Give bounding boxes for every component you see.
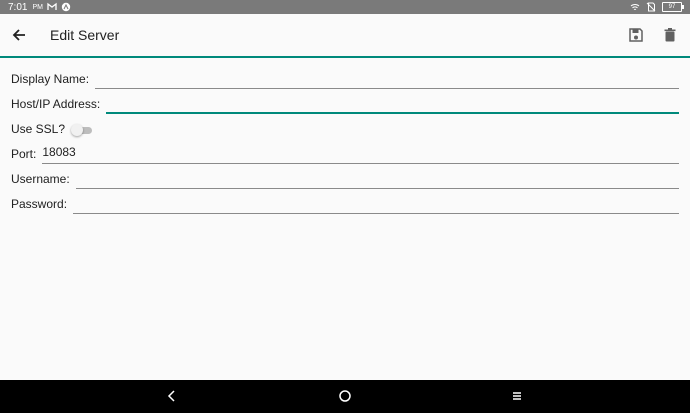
toggle-thumb bbox=[71, 124, 84, 136]
status-bar: 7:01 PM 97 bbox=[0, 0, 690, 14]
status-time: 7:01 bbox=[8, 1, 28, 13]
status-left: 7:01 PM bbox=[8, 2, 71, 13]
use-ssl-row: Use SSL? bbox=[11, 114, 679, 139]
port-label: Port: bbox=[11, 147, 37, 161]
use-ssl-toggle[interactable] bbox=[71, 123, 93, 137]
app-notification-icon bbox=[61, 2, 71, 12]
username-input[interactable] bbox=[75, 166, 679, 189]
nav-back-button[interactable] bbox=[164, 388, 180, 404]
use-ssl-label: Use SSL? bbox=[11, 122, 66, 136]
port-input[interactable] bbox=[42, 141, 679, 164]
port-row: Port: bbox=[11, 139, 679, 164]
nav-home-button[interactable] bbox=[337, 388, 353, 404]
gmail-icon bbox=[47, 2, 57, 10]
arrow-back-icon bbox=[12, 29, 25, 41]
wifi-icon bbox=[630, 4, 640, 10]
display-name-row: Display Name: bbox=[11, 64, 679, 89]
display-name-label: Display Name: bbox=[11, 72, 90, 86]
password-row: Password: bbox=[11, 189, 679, 214]
navigation-bar bbox=[0, 380, 690, 413]
save-button[interactable] bbox=[626, 25, 646, 45]
menu-lines-icon bbox=[513, 392, 521, 400]
trash-icon bbox=[664, 28, 676, 42]
app-actions bbox=[626, 25, 680, 45]
chevron-left-icon bbox=[167, 390, 175, 402]
app-bar: Edit Server bbox=[0, 14, 690, 58]
nav-recents-button[interactable] bbox=[509, 388, 525, 404]
back-button[interactable] bbox=[9, 25, 29, 45]
circle-home-icon bbox=[339, 390, 351, 402]
no-sim-icon bbox=[646, 2, 656, 12]
password-label: Password: bbox=[11, 197, 68, 211]
server-form: Display Name: Host/IP Address: Use SSL? … bbox=[11, 64, 679, 214]
delete-button[interactable] bbox=[660, 25, 680, 45]
battery-icon: 97 bbox=[662, 2, 684, 12]
host-label: Host/IP Address: bbox=[11, 97, 101, 111]
host-row: Host/IP Address: bbox=[11, 89, 679, 114]
status-right: 97 bbox=[630, 2, 684, 12]
password-input[interactable] bbox=[73, 191, 679, 214]
username-row: Username: bbox=[11, 164, 679, 189]
floppy-disk-icon bbox=[629, 28, 643, 42]
status-ampm: PM bbox=[32, 3, 43, 11]
display-name-input[interactable] bbox=[95, 66, 679, 89]
page-title: Edit Server bbox=[50, 27, 120, 43]
host-input[interactable] bbox=[106, 90, 679, 114]
username-label: Username: bbox=[11, 172, 70, 186]
